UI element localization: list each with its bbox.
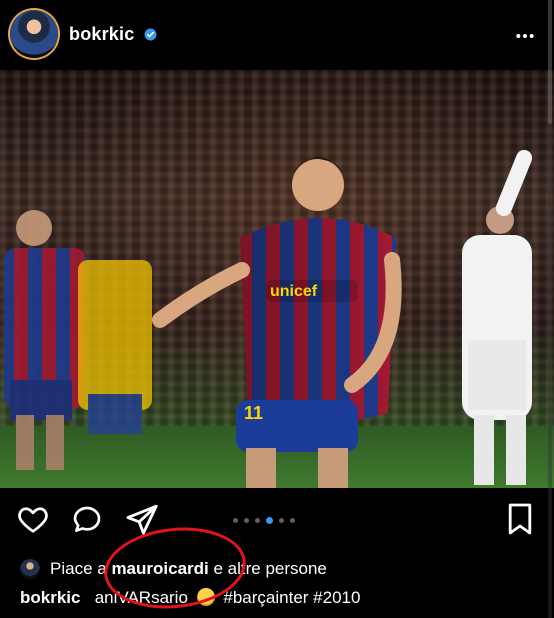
comment-bubble-icon[interactable]	[70, 504, 104, 536]
profile-avatar[interactable]	[10, 10, 58, 58]
verified-badge-icon	[144, 28, 157, 41]
carousel-dot	[290, 517, 295, 523]
more-dots-icon[interactable]	[514, 26, 536, 46]
carousel-dot	[244, 517, 249, 523]
likes-prefix: Piace a	[50, 559, 107, 578]
post-photo[interactable]: unicef 11	[0, 70, 554, 488]
caption-username[interactable]: bokrkic	[20, 588, 80, 607]
username[interactable]: bokrkic	[69, 24, 134, 45]
carousel-dot	[255, 517, 260, 523]
post-actions-bar: Piace a mauroicardi e altre persone bokr…	[0, 488, 554, 618]
carousel-indicator	[233, 516, 295, 524]
caption-line: bokrkic aniVARsario #barçainter #2010	[20, 588, 360, 608]
carousel-dot	[279, 517, 284, 523]
likes-suffix[interactable]: e altre persone	[213, 559, 326, 579]
jersey-number-text: 11	[244, 403, 263, 423]
bookmark-outline-icon[interactable]	[506, 502, 534, 536]
carousel-dot	[233, 517, 238, 523]
likes-line: Piace a mauroicardi e altre persone	[20, 558, 327, 580]
photo-scene: unicef 11	[4, 149, 533, 488]
likes-username[interactable]: mauroicardi	[111, 559, 208, 579]
caption-text-2[interactable]: #barçainter #2010	[223, 588, 360, 607]
caption-text-1: aniVARsario	[94, 588, 188, 607]
post-header: bokrkic	[0, 0, 554, 70]
carousel-dot-active	[266, 516, 273, 524]
jersey-sponsor-text: unicef	[270, 283, 318, 300]
scrollbar[interactable]	[548, 0, 552, 618]
heart-outline-icon[interactable]	[16, 504, 50, 534]
smile-emoji-icon	[196, 588, 215, 606]
liker-avatar[interactable]	[20, 559, 40, 579]
paper-plane-icon[interactable]	[124, 502, 160, 536]
